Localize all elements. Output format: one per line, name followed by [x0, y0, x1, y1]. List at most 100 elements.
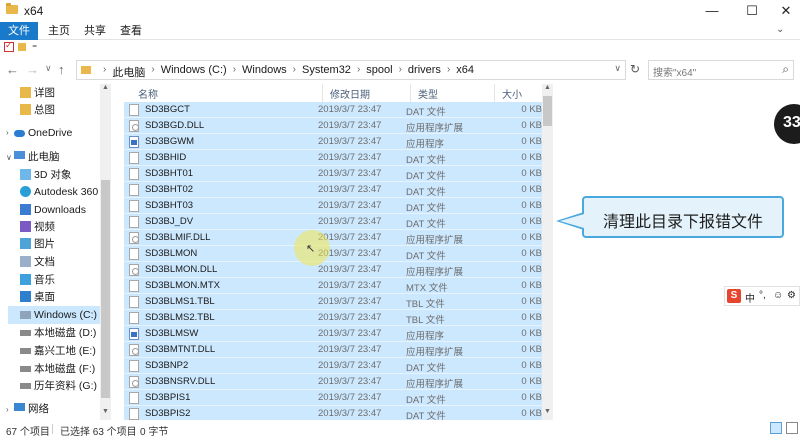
chevron-right-icon[interactable]: ›	[6, 128, 9, 137]
ime-toolbar[interactable]: S 中 °, ☺ ⚙	[724, 286, 800, 306]
scroll-down-icon[interactable]: ▼	[102, 408, 109, 415]
column-header-size[interactable]: 大小	[502, 86, 522, 101]
nav-item-3d-objects[interactable]: 3D 对象	[20, 166, 100, 184]
callout-text: 清理此目录下报错文件	[602, 212, 763, 231]
properties-icon[interactable]	[4, 40, 14, 52]
breadcrumb-item[interactable]: spool	[366, 64, 392, 80]
ime-punctuation[interactable]: °,	[759, 290, 766, 301]
file-list-scrollbar[interactable]: ▲ ▼	[542, 84, 553, 420]
file-row[interactable]: SD3BHT01 2019/3/7 23:47 DAT 文件 0 KB	[124, 166, 546, 182]
file-row[interactable]: SD3BHT02 2019/3/7 23:47 DAT 文件 0 KB	[124, 182, 546, 198]
file-row[interactable]: SD3BJ_DV 2019/3/7 23:47 DAT 文件 0 KB	[124, 214, 546, 230]
chevron-right-icon[interactable]: ›	[145, 64, 160, 80]
tab-view[interactable]: 查看	[116, 22, 146, 40]
column-header-type[interactable]: 类型	[418, 86, 438, 101]
chevron-down-icon[interactable]: ∨	[614, 63, 621, 74]
breadcrumb-item[interactable]: 此电脑	[112, 64, 145, 80]
chevron-right-icon[interactable]: ›	[287, 64, 302, 80]
close-button[interactable]: ✕	[764, 0, 800, 22]
forward-arrow-icon[interactable]: →	[26, 62, 39, 77]
file-size: 0 KB	[521, 168, 542, 179]
nav-item-local-disk-d[interactable]: 本地磁盘 (D:)	[20, 324, 100, 342]
chevron-right-icon[interactable]: ›	[351, 64, 366, 80]
column-divider[interactable]	[322, 84, 323, 102]
nav-item-windows-c[interactable]: Windows (C:)	[8, 306, 100, 324]
file-row[interactable]: SD3BLMON.MTX 2019/3/7 23:47 MTX 文件 0 KB	[124, 278, 546, 294]
breadcrumb-item[interactable]: Windows (C:)	[161, 64, 227, 80]
file-row[interactable]: SD3BLMS1.TBL 2019/3/7 23:47 TBL 文件 0 KB	[124, 294, 546, 310]
column-header-name[interactable]: 名称	[138, 86, 158, 101]
file-row[interactable]: SD3BLMIF.DLL 2019/3/7 23:47 应用程序扩展 0 KB	[124, 230, 546, 246]
file-row[interactable]: SD3BNP2 2019/3/7 23:47 DAT 文件 0 KB	[124, 358, 546, 374]
file-row[interactable]: SD3BPIS1 2019/3/7 23:47 DAT 文件 0 KB	[124, 390, 546, 406]
nav-item-network[interactable]: 网络	[14, 400, 100, 418]
ribbon-expand-icon[interactable]: ⌄	[776, 24, 784, 35]
file-row[interactable]: SD3BHT03 2019/3/7 23:47 DAT 文件 0 KB	[124, 198, 546, 214]
column-header-date[interactable]: 修改日期	[330, 86, 370, 101]
refresh-icon[interactable]: ↻	[630, 62, 640, 76]
nav-item-onedrive[interactable]: OneDrive	[14, 124, 100, 142]
nav-item-desktop[interactable]: 桌面	[20, 288, 100, 306]
document-icon	[20, 256, 31, 267]
breadcrumb-item[interactable]: Windows	[242, 64, 287, 80]
column-divider[interactable]	[494, 84, 495, 102]
scrollbar-thumb[interactable]	[101, 180, 110, 398]
nav-pane-scrollbar[interactable]: ▲ ▼	[100, 84, 111, 420]
back-arrow-icon[interactable]: ←	[6, 62, 19, 77]
nav-item-documents[interactable]: 文档	[20, 253, 100, 271]
file-row[interactable]: SD3BHID 2019/3/7 23:47 DAT 文件 0 KB	[124, 150, 546, 166]
tab-home[interactable]: 主页	[44, 22, 74, 40]
file-row[interactable]: SD3BGD.DLL 2019/3/7 23:47 应用程序扩展 0 KB	[124, 118, 546, 134]
scroll-up-icon[interactable]: ▲	[102, 84, 109, 91]
address-row: ← → ∨ ↑ › 此电脑 › Windows (C:) › Windows ›…	[0, 58, 800, 82]
address-bar[interactable]: › 此电脑 › Windows (C:) › Windows › System3…	[76, 60, 626, 80]
file-row[interactable]: SD3BLMON 2019/3/7 23:47 DAT 文件 0 KB	[124, 246, 546, 262]
nav-item-archive-g[interactable]: 历年资料 (G:)	[20, 377, 100, 395]
breadcrumb-item[interactable]: System32	[302, 64, 351, 80]
chevron-right-icon[interactable]: ›	[393, 64, 408, 80]
new-folder-icon[interactable]	[18, 43, 26, 51]
file-row[interactable]: SD3BLMS2.TBL 2019/3/7 23:47 TBL 文件 0 KB	[124, 310, 546, 326]
settings-icon[interactable]: ⚙	[787, 290, 796, 301]
scroll-up-icon[interactable]: ▲	[544, 84, 551, 91]
file-row[interactable]: SD3BNSRV.DLL 2019/3/7 23:47 应用程序扩展 0 KB	[124, 374, 546, 390]
search-input[interactable]: 搜索"x64" ⌕	[648, 60, 794, 80]
sogou-logo-icon[interactable]: S	[727, 289, 741, 303]
nav-item-detail-drawings[interactable]: 详图	[20, 84, 100, 102]
nav-item-jiaxing-site-e[interactable]: 嘉兴工地 (E:)	[20, 342, 100, 360]
nav-item-videos[interactable]: 视频	[20, 218, 100, 236]
large-icons-view-button[interactable]	[786, 422, 798, 434]
file-name: SD3BLMON.MTX	[145, 280, 220, 291]
scroll-down-icon[interactable]: ▼	[544, 408, 551, 415]
nav-item-pictures[interactable]: 图片	[20, 235, 100, 253]
minimize-button[interactable]: —	[690, 0, 734, 22]
nav-item-autodesk-360[interactable]: Autodesk 360	[20, 183, 100, 201]
nav-item-general-drawings[interactable]: 总图	[20, 101, 100, 119]
tab-share[interactable]: 共享	[80, 22, 110, 40]
file-row[interactable]: SD3BLMON.DLL 2019/3/7 23:47 应用程序扩展 0 KB	[124, 262, 546, 278]
file-row[interactable]: SD3BLMSW 2019/3/7 23:47 应用程序 0 KB	[124, 326, 546, 342]
file-row[interactable]: SD3BGWM 2019/3/7 23:47 应用程序 0 KB	[124, 134, 546, 150]
emoji-icon[interactable]: ☺	[773, 290, 783, 301]
breadcrumb-item[interactable]: x64	[456, 64, 474, 80]
chevron-right-icon[interactable]: ›	[6, 405, 9, 414]
nav-item-this-pc[interactable]: 此电脑	[14, 148, 100, 166]
search-icon[interactable]: ⌕	[782, 62, 789, 77]
file-row[interactable]: SD3BGCT 2019/3/7 23:47 DAT 文件 0 KB	[124, 102, 546, 118]
nav-item-downloads[interactable]: Downloads	[20, 201, 100, 219]
chevron-right-icon[interactable]: ›	[227, 64, 242, 80]
column-divider[interactable]	[410, 84, 411, 102]
up-arrow-icon[interactable]: ↑	[58, 62, 65, 77]
breadcrumb-item[interactable]: drivers	[408, 64, 441, 80]
chevron-right-icon[interactable]: ›	[441, 64, 456, 80]
ime-mode[interactable]: 中	[745, 290, 755, 305]
file-row[interactable]: SD3BMTNT.DLL 2019/3/7 23:47 应用程序扩展 0 KB	[124, 342, 546, 358]
nav-item-music[interactable]: 音乐	[20, 271, 100, 289]
nav-item-local-disk-f[interactable]: 本地磁盘 (F:)	[20, 360, 100, 378]
chevron-down-icon[interactable]: ∨	[6, 153, 12, 162]
recent-dropdown-icon[interactable]: ∨	[45, 63, 52, 74]
scrollbar-thumb[interactable]	[543, 96, 552, 126]
tab-file[interactable]: 文件	[0, 22, 38, 40]
details-view-button[interactable]	[770, 422, 782, 434]
customize-dropdown-icon[interactable]: ₌	[32, 40, 37, 51]
